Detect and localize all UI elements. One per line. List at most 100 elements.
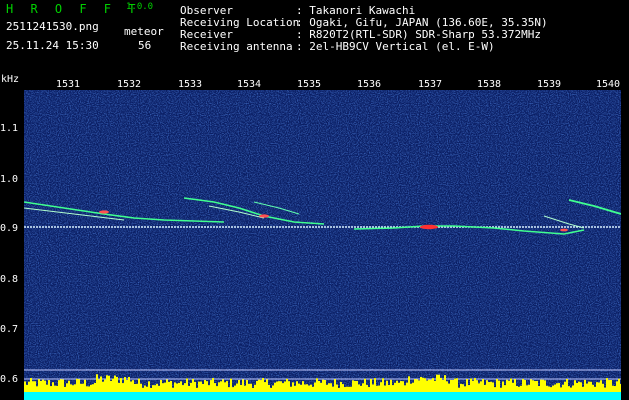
- level-bar: [206, 381, 208, 392]
- level-bar: [566, 378, 568, 392]
- level-bar: [110, 380, 112, 392]
- level-bar: [464, 386, 466, 392]
- level-bar: [108, 375, 110, 392]
- datetime: 25.11.24 15:30: [6, 39, 99, 52]
- level-bar: [208, 385, 210, 392]
- level-bar: [132, 380, 134, 392]
- level-bar: [396, 380, 398, 392]
- x-tick-label: 1540: [595, 79, 621, 90]
- level-bar: [586, 383, 588, 392]
- level-bar: [232, 387, 234, 392]
- level-bar: [364, 378, 366, 392]
- level-bar: [62, 379, 64, 392]
- level-bar: [334, 379, 336, 392]
- echo-peak: [99, 210, 109, 214]
- level-bar: [414, 379, 416, 392]
- level-bar: [480, 381, 482, 392]
- filename: 2511241530.png: [6, 20, 99, 33]
- y-tick-label: 1.0: [0, 174, 19, 185]
- receiver-value: : R820T2(RTL-SDR) SDR-Sharp 53.372MHz: [296, 28, 542, 41]
- level-bar: [482, 379, 484, 392]
- level-bar: [114, 375, 116, 392]
- level-bar: [460, 383, 462, 392]
- y-tick-label: 1.1: [0, 123, 19, 134]
- antenna-label: Receiving antenna: [180, 40, 293, 53]
- level-bar: [246, 379, 248, 392]
- x-tick-label: 1538: [476, 79, 502, 90]
- level-bar: [98, 379, 100, 392]
- level-bar: [170, 381, 172, 392]
- x-tick-label: 1539: [536, 79, 562, 90]
- level-bar: [30, 378, 32, 392]
- level-bar: [176, 383, 178, 392]
- level-bar: [270, 387, 272, 392]
- level-bar: [574, 380, 576, 392]
- level-bar: [618, 378, 620, 392]
- level-bar: [442, 379, 444, 392]
- level-bar: [440, 377, 442, 392]
- level-bar: [128, 377, 130, 392]
- level-bar: [300, 384, 302, 392]
- level-bar: [178, 382, 180, 392]
- level-bar: [416, 379, 418, 392]
- level-bar: [222, 379, 224, 392]
- level-bar: [544, 380, 546, 392]
- echo-peak: [259, 214, 269, 218]
- level-bar: [68, 380, 70, 392]
- level-bar: [314, 382, 316, 392]
- level-bar: [360, 385, 362, 392]
- level-bar: [86, 386, 88, 392]
- level-bar: [244, 385, 246, 392]
- level-bar: [112, 378, 114, 392]
- level-bar: [604, 387, 606, 392]
- level-bar: [428, 379, 430, 392]
- location-value: : Ogaki, Gifu, JAPAN (136.60E, 35.35N): [296, 16, 548, 29]
- level-bar: [438, 374, 440, 392]
- level-bar: [548, 386, 550, 392]
- level-bar-base: [24, 392, 621, 400]
- level-bar: [434, 380, 436, 392]
- level-bar: [282, 383, 284, 392]
- level-bar: [106, 375, 108, 392]
- level-bar: [378, 385, 380, 392]
- level-bar: [486, 380, 488, 392]
- level-bar: [310, 384, 312, 392]
- level-bar: [42, 379, 44, 392]
- level-bar: [478, 383, 480, 392]
- level-bar: [346, 386, 348, 392]
- level-bar: [458, 387, 460, 392]
- level-bar: [424, 378, 426, 392]
- level-bar: [298, 383, 300, 392]
- level-bar: [584, 379, 586, 392]
- level-bar: [338, 387, 340, 392]
- y-tick-label: 0.8: [0, 274, 19, 285]
- level-bar: [230, 378, 232, 392]
- level-bar: [90, 384, 92, 392]
- level-bar: [190, 382, 192, 392]
- level-bar: [154, 385, 156, 392]
- x-tick-label: 1533: [177, 79, 203, 90]
- level-bar: [402, 381, 404, 392]
- level-bar: [184, 383, 186, 392]
- level-bar: [280, 381, 282, 392]
- level-bar: [166, 379, 168, 392]
- level-bar: [52, 382, 54, 392]
- level-bar: [28, 381, 30, 392]
- level-bar: [448, 383, 450, 392]
- level-bar: [216, 386, 218, 392]
- level-bar: [198, 381, 200, 392]
- level-bar: [520, 385, 522, 392]
- level-bar: [316, 378, 318, 392]
- level-bar: [372, 384, 374, 392]
- level-bar: [96, 374, 98, 392]
- level-bar: [348, 386, 350, 392]
- level-bar: [530, 379, 532, 392]
- level-bar: [592, 384, 594, 392]
- level-bar: [554, 384, 556, 392]
- level-bar: [328, 383, 330, 392]
- level-bar: [352, 380, 354, 392]
- level-bar: [390, 379, 392, 392]
- level-bar: [318, 380, 320, 392]
- level-bar: [186, 378, 188, 392]
- level-bar: [182, 385, 184, 392]
